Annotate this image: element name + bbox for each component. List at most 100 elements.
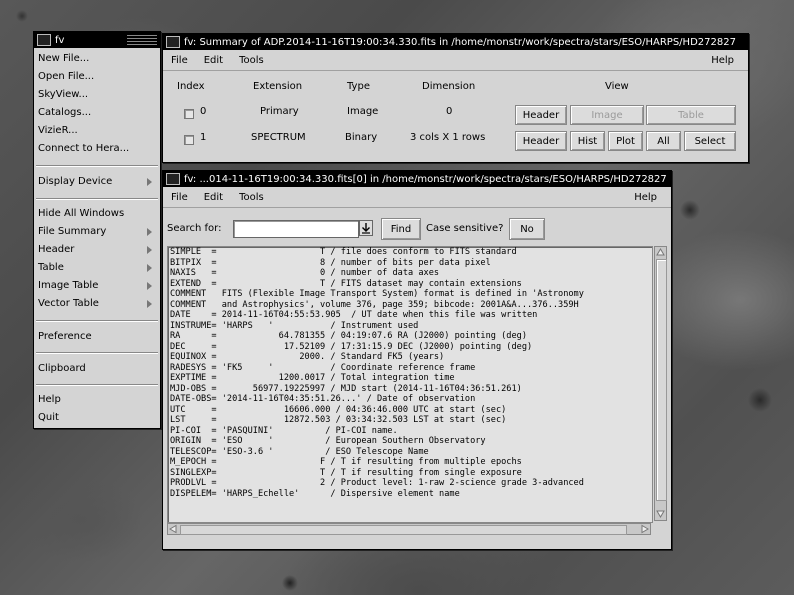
header-card-line: DATE-OBS= '2014-11-16T04:35:51.26...' / … xyxy=(170,394,476,404)
summary-window: fv: Summary of ADP.2014-11-16T19:00:34.3… xyxy=(162,33,749,163)
scroll-left-icon[interactable] xyxy=(168,524,178,534)
search-label: Search for: xyxy=(167,223,222,234)
menu-item-open-file[interactable]: Open File... xyxy=(38,71,94,82)
menu-item-new-file[interactable]: New File... xyxy=(38,53,89,64)
file-summary-label: File Summary xyxy=(38,226,107,237)
column-header-view: View xyxy=(605,81,629,92)
header-card-line: RA = 64.781355 / 04:19:07.6 RA (J2000) p… xyxy=(170,331,527,341)
menu-item-help[interactable]: Help xyxy=(38,394,61,405)
display-device-label: Display Device xyxy=(38,176,113,187)
menu-item-skyview[interactable]: SkyView... xyxy=(38,89,88,100)
summary-titlebar[interactable]: fv: Summary of ADP.2014-11-16T19:00:34.3… xyxy=(163,34,748,50)
menu-edit[interactable]: Edit xyxy=(196,55,231,66)
menu-file[interactable]: File xyxy=(163,55,196,66)
header-card-line: DEC = 17.52109 / 17:31:15.9 DEC (J2000) … xyxy=(170,341,533,352)
table-button[interactable]: Table xyxy=(646,105,736,125)
menu-item-vector-table[interactable]: Vector Table xyxy=(38,298,156,309)
menu-separator xyxy=(36,198,158,200)
menu-file[interactable]: File xyxy=(163,192,196,203)
submenu-arrow-icon xyxy=(147,300,152,308)
menu-item-image-table[interactable]: Image Table xyxy=(38,280,156,291)
titlebar-grip-icon xyxy=(127,35,157,45)
scroll-up-icon[interactable] xyxy=(655,247,666,257)
summary-menubar: File Edit Tools Help xyxy=(163,50,748,71)
menu-item-file-summary[interactable]: File Summary xyxy=(38,226,156,237)
horizontal-scrollbar[interactable] xyxy=(167,523,651,535)
header-card-line: MJD-OBS = 56977.19225997 / MJD start (20… xyxy=(170,383,522,394)
table-label: Table xyxy=(38,262,64,273)
row-extension: SPECTRUM xyxy=(251,132,306,143)
menu-item-catalogs[interactable]: Catalogs... xyxy=(38,107,91,118)
row-select-checkbox[interactable] xyxy=(184,109,194,119)
row-select-checkbox[interactable] xyxy=(184,135,194,145)
header-titlebar[interactable]: fv: ...014-11-16T19:00:34.330.fits[0] in… xyxy=(163,171,671,187)
header-card-line: DISPELEM= 'HARPS_Echelle' / Dispersive e… xyxy=(170,488,460,499)
plot-button[interactable]: Plot xyxy=(608,131,643,151)
menu-help[interactable]: Help xyxy=(703,55,742,66)
menu-item-preference[interactable]: Preference xyxy=(38,331,92,342)
main-menu-title: fv xyxy=(55,34,65,46)
scroll-right-icon[interactable] xyxy=(640,524,650,534)
search-history-button[interactable] xyxy=(359,220,373,236)
arrow-down-icon xyxy=(362,223,370,234)
submenu-arrow-icon xyxy=(147,178,152,186)
window-menu-icon[interactable] xyxy=(37,34,51,46)
row-extension: Primary xyxy=(260,106,299,117)
header-title: fv: ...014-11-16T19:00:34.330.fits[0] in… xyxy=(184,173,667,185)
header-button[interactable]: Header xyxy=(515,131,567,151)
header-card-line: DATE = 2014-11-16T04:55:53.905 / UT date… xyxy=(170,310,538,320)
menu-separator xyxy=(36,165,158,167)
vertical-scrollbar[interactable] xyxy=(654,246,667,521)
summary-title: fv: Summary of ADP.2014-11-16T19:00:34.3… xyxy=(184,36,736,48)
submenu-arrow-icon xyxy=(147,282,152,290)
menu-item-display-device[interactable]: Display Device xyxy=(38,176,156,187)
header-card-line: SIMPLE = T / file does conform to FITS s… xyxy=(170,247,517,257)
header-button[interactable]: Header xyxy=(515,105,567,125)
header-window: fv: ...014-11-16T19:00:34.330.fits[0] in… xyxy=(162,170,672,550)
submenu-arrow-icon xyxy=(147,264,152,272)
window-menu-icon[interactable] xyxy=(166,173,180,185)
menu-separator xyxy=(36,352,158,354)
header-card-line: INSTRUME= 'HARPS ' / Instrument used xyxy=(170,320,419,331)
column-header-type: Type xyxy=(347,81,370,92)
main-menu-titlebar[interactable]: fv xyxy=(34,32,160,48)
scroll-down-icon[interactable] xyxy=(655,509,666,519)
column-header-dimension: Dimension xyxy=(422,81,476,92)
header-card-line: LST = 12872.503 / 03:34:32.503 LST at st… xyxy=(170,415,507,425)
find-button[interactable]: Find xyxy=(381,218,421,240)
image-button[interactable]: Image xyxy=(570,105,644,125)
header-card-line: EXPTIME = 1200.0017 / Total integration … xyxy=(170,373,455,383)
select-button[interactable]: Select xyxy=(684,131,736,151)
row-type: Binary xyxy=(345,132,378,143)
menu-item-connect-hera[interactable]: Connect to Hera... xyxy=(38,143,129,154)
menu-tools[interactable]: Tools xyxy=(231,192,272,203)
all-button[interactable]: All xyxy=(646,131,681,151)
menu-item-vizier[interactable]: VizieR... xyxy=(38,125,78,136)
main-menu-window: fv New File... Open File... SkyView... C… xyxy=(33,31,161,429)
header-text-area[interactable]: SIMPLE = T / file does conform to FITS s… xyxy=(167,246,653,523)
menu-item-hide-all-windows[interactable]: Hide All Windows xyxy=(38,208,124,219)
menu-item-header[interactable]: Header xyxy=(38,244,156,255)
column-header-extension: Extension xyxy=(253,81,303,92)
header-card-line: EQUINOX = 2000. / Standard FK5 (years) xyxy=(170,352,445,362)
menu-edit[interactable]: Edit xyxy=(196,192,231,203)
hist-button[interactable]: Hist xyxy=(570,131,605,151)
search-input[interactable] xyxy=(233,220,359,238)
column-header-index: Index xyxy=(177,81,205,92)
menu-item-clipboard[interactable]: Clipboard xyxy=(38,363,86,374)
scroll-thumb[interactable] xyxy=(656,259,667,501)
hscroll-thumb[interactable] xyxy=(180,525,627,535)
header-menubar: File Edit Tools Help xyxy=(163,187,671,208)
case-sensitive-label: Case sensitive? xyxy=(426,223,504,234)
header-card-line: BITPIX = 8 / number of bits per data pix… xyxy=(170,257,491,268)
case-sensitive-toggle[interactable]: No xyxy=(509,218,545,240)
menu-help[interactable]: Help xyxy=(626,192,665,203)
header-card-line: PRODLVL = 2 / Product level: 1-raw 2-sci… xyxy=(170,478,584,488)
window-menu-icon[interactable] xyxy=(166,36,180,48)
header-card-line: EXTEND = T / FITS dataset may contain ex… xyxy=(170,278,522,289)
image-table-label: Image Table xyxy=(38,280,99,291)
menu-item-quit[interactable]: Quit xyxy=(38,412,59,423)
row-dimension: 0 xyxy=(446,106,453,117)
menu-item-table[interactable]: Table xyxy=(38,262,156,273)
menu-tools[interactable]: Tools xyxy=(231,55,272,66)
